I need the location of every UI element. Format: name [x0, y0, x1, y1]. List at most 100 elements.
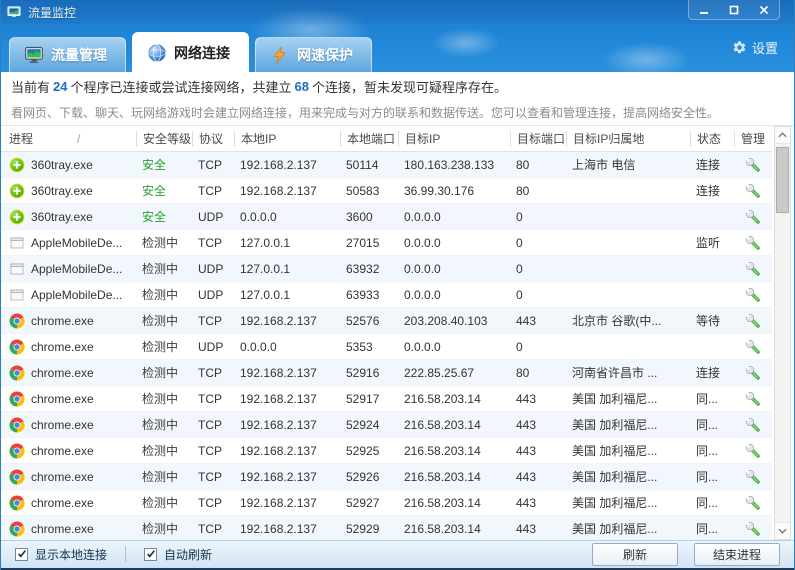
table-row[interactable]: chrome.exe检测中TCP192.168.2.13752576203.20…	[1, 308, 772, 334]
local-port-cell: 52917	[340, 392, 398, 406]
wrench-icon[interactable]	[745, 209, 761, 225]
table-row[interactable]: chrome.exe检测中TCP192.168.2.13752929216.58…	[1, 516, 772, 540]
process-cell: chrome.exe	[1, 495, 136, 511]
table-row[interactable]: 360tray.exe安全TCP192.168.2.1375058336.99.…	[1, 178, 772, 204]
protocol-cell: TCP	[192, 184, 234, 198]
table-row[interactable]: chrome.exe检测中TCP192.168.2.13752916222.85…	[1, 360, 772, 386]
status-cell: 连接	[690, 182, 734, 199]
scroll-up-button[interactable]	[775, 127, 790, 144]
wrench-icon[interactable]	[745, 417, 761, 433]
column-header-3[interactable]: 本地IP	[234, 131, 340, 147]
table-row[interactable]: chrome.exe检测中TCP192.168.2.13752926216.58…	[1, 464, 772, 490]
target-port-cell: 80	[510, 184, 566, 198]
scrollbar-thumb[interactable]	[776, 147, 789, 213]
local-ip-cell: 127.0.0.1	[234, 236, 340, 250]
protocol-cell: TCP	[192, 496, 234, 510]
connections-table: 进程/安全等级协议本地IP本地端口目标IP目标端口目标IP归属地状态管理 360…	[1, 126, 794, 540]
location-cell: 美国 加利福尼...	[566, 520, 690, 537]
checkbox-auto-refresh[interactable]: 自动刷新	[144, 546, 212, 563]
checkbox-box[interactable]	[144, 548, 157, 561]
column-header-7[interactable]: 目标IP归属地	[566, 131, 690, 147]
column-header-1[interactable]: 安全等级	[136, 131, 192, 147]
tab-speed[interactable]: 网速保护	[255, 37, 372, 72]
description-bar: 看网页、下载、聊天、玩网络游戏时会建立网络连接，用来完成与对方的联系和数据传送。…	[1, 100, 794, 126]
summary-text: 个程序已连接或尝试连接网络，共建立	[70, 77, 291, 96]
protocol-cell: TCP	[192, 470, 234, 484]
connection-count: 68	[292, 79, 312, 94]
checkbox-show-local[interactable]: 显示本地连接	[15, 546, 107, 563]
wrench-icon[interactable]	[745, 391, 761, 407]
close-icon	[758, 4, 770, 16]
security-cell: 检测中	[136, 442, 192, 459]
tab-connections[interactable]: 网络连接	[132, 32, 249, 72]
table-row[interactable]: chrome.exe检测中TCP192.168.2.13752927216.58…	[1, 490, 772, 516]
wrench-icon[interactable]	[745, 495, 761, 511]
wrench-icon[interactable]	[745, 365, 761, 381]
monitor-icon	[24, 45, 44, 65]
table-row[interactable]: 360tray.exe安全TCP192.168.2.13750114180.16…	[1, 152, 772, 178]
table-row[interactable]: chrome.exe检测中TCP192.168.2.13752925216.58…	[1, 438, 772, 464]
local-ip-cell: 192.168.2.137	[234, 366, 340, 380]
target-ip-cell: 0.0.0.0	[398, 236, 510, 250]
local-ip-cell: 0.0.0.0	[234, 210, 340, 224]
table-row[interactable]: chrome.exe检测中TCP192.168.2.13752924216.58…	[1, 412, 772, 438]
checkbox-box[interactable]	[15, 548, 28, 561]
target-ip-cell: 216.58.203.14	[398, 418, 510, 432]
process-cell: 360tray.exe	[1, 157, 136, 173]
wrench-icon[interactable]	[745, 521, 761, 537]
manage-cell	[734, 235, 772, 251]
column-header-8[interactable]: 状态	[690, 131, 734, 147]
wrench-icon[interactable]	[745, 469, 761, 485]
column-header-4[interactable]: 本地端口	[340, 131, 398, 147]
local-port-cell: 52929	[340, 522, 398, 536]
wrench-icon[interactable]	[745, 183, 761, 199]
column-header-2[interactable]: 协议	[192, 131, 234, 147]
process-cell: chrome.exe	[1, 365, 136, 381]
column-header-9[interactable]: 管理	[734, 131, 772, 147]
column-header-5[interactable]: 目标IP	[398, 131, 510, 147]
protocol-cell: UDP	[192, 210, 234, 224]
maximize-icon	[728, 4, 740, 16]
local-ip-cell: 192.168.2.137	[234, 522, 340, 536]
table-row[interactable]: chrome.exe检测中UDP0.0.0.053530.0.0.00	[1, 334, 772, 360]
maximize-button[interactable]	[719, 0, 749, 19]
manage-cell	[734, 417, 772, 433]
manage-cell	[734, 157, 772, 173]
table-row[interactable]: chrome.exe检测中TCP192.168.2.13752917216.58…	[1, 386, 772, 412]
close-button[interactable]	[749, 0, 779, 19]
checkbox-label: 显示本地连接	[35, 546, 107, 563]
process-cell: chrome.exe	[1, 521, 136, 537]
wrench-icon[interactable]	[745, 339, 761, 355]
settings-button[interactable]: 设置	[732, 38, 778, 57]
end-process-button[interactable]: 结束进程	[694, 543, 780, 566]
table-row[interactable]: 360tray.exe安全UDP0.0.0.036000.0.0.00	[1, 204, 772, 230]
refresh-button[interactable]: 刷新	[592, 543, 678, 566]
process-cell: chrome.exe	[1, 417, 136, 433]
location-cell: 美国 加利福尼...	[566, 416, 690, 433]
vertical-scrollbar[interactable]	[774, 126, 791, 540]
checkmark-icon	[146, 549, 156, 559]
minimize-icon	[698, 4, 710, 16]
wrench-icon[interactable]	[745, 313, 761, 329]
local-port-cell: 52926	[340, 470, 398, 484]
column-header-0[interactable]: 进程/	[1, 131, 136, 147]
360tray-icon	[9, 157, 25, 173]
wrench-icon[interactable]	[745, 443, 761, 459]
wrench-icon[interactable]	[745, 157, 761, 173]
local-port-cell: 52927	[340, 496, 398, 510]
security-cell: 安全	[136, 182, 192, 199]
location-cell: 上海市 电信	[566, 156, 690, 173]
wrench-icon[interactable]	[745, 235, 761, 251]
title-bar: 流量监控	[1, 0, 794, 24]
minimize-button[interactable]	[689, 0, 719, 19]
manage-cell	[734, 339, 772, 355]
table-row[interactable]: AppleMobileDe...检测中TCP127.0.0.1270150.0.…	[1, 230, 772, 256]
scroll-down-button[interactable]	[775, 522, 790, 539]
wrench-icon[interactable]	[745, 287, 761, 303]
tab-traffic[interactable]: 流量管理	[9, 37, 126, 72]
manage-cell	[734, 469, 772, 485]
table-row[interactable]: AppleMobileDe...检测中UDP127.0.0.1639320.0.…	[1, 256, 772, 282]
table-row[interactable]: AppleMobileDe...检测中UDP127.0.0.1639330.0.…	[1, 282, 772, 308]
column-header-6[interactable]: 目标端口	[510, 131, 566, 147]
wrench-icon[interactable]	[745, 261, 761, 277]
